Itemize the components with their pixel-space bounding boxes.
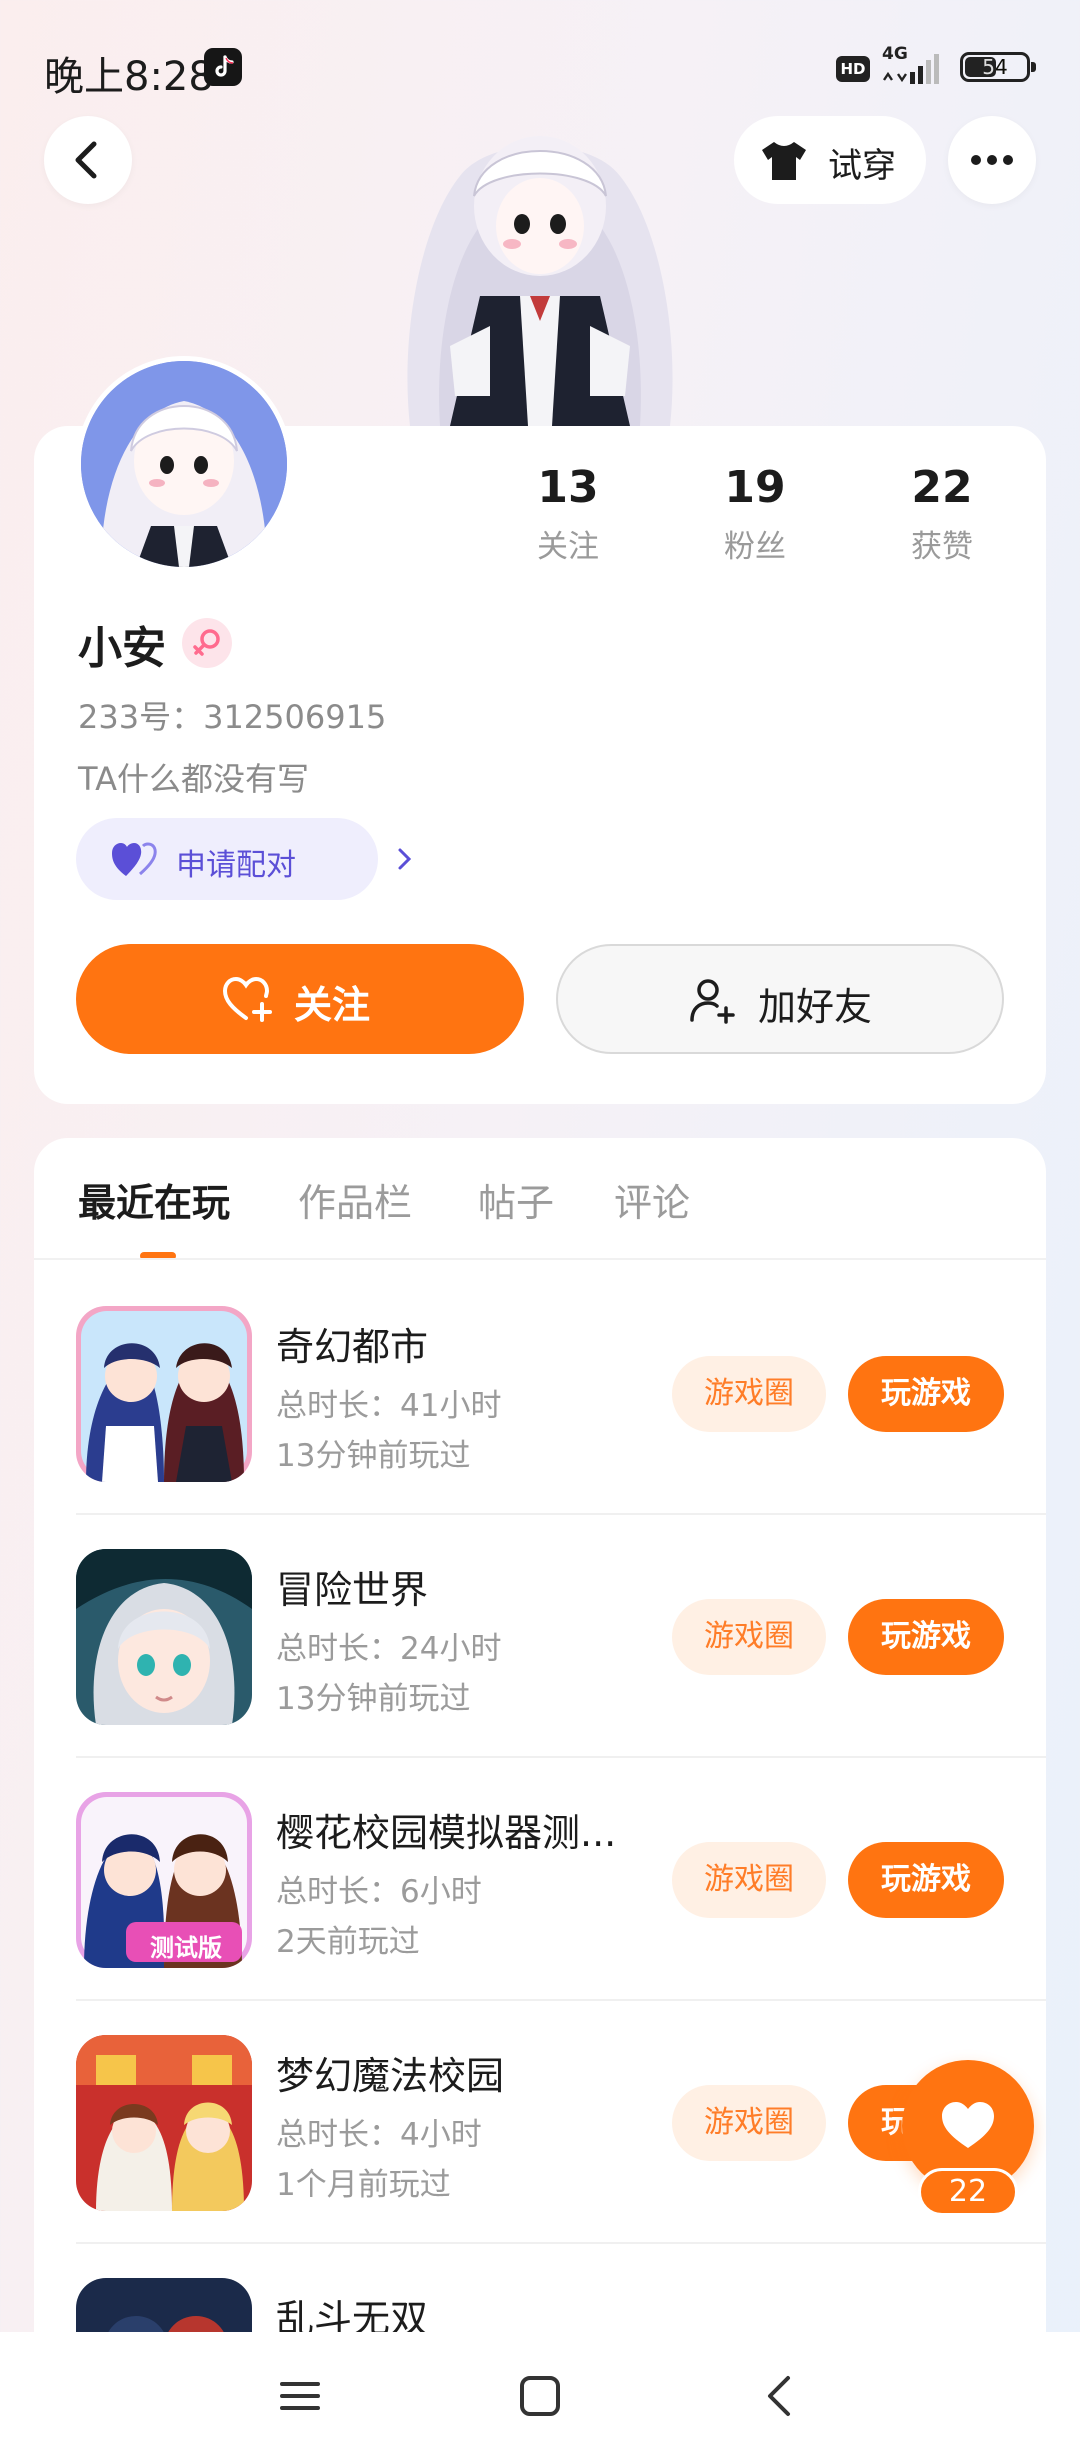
menu-icon[interactable] xyxy=(276,2372,324,2420)
more-dots-icon xyxy=(971,155,1013,165)
game-duration: 总时长：41小时 xyxy=(276,1388,502,1424)
game-circle-button[interactable]: 游戏圈 xyxy=(672,1599,826,1675)
battery-percent: 54 xyxy=(982,55,1008,79)
hd-badge: HD xyxy=(836,56,870,82)
play-game-button[interactable]: 玩游戏 xyxy=(848,1599,1004,1675)
game-last-played: 1个月前玩过 xyxy=(276,2167,451,2203)
heart-plus-icon xyxy=(222,976,272,1022)
female-gender-icon xyxy=(182,618,232,668)
game-name: 冒险世界 xyxy=(276,1568,429,1612)
tshirt-icon xyxy=(762,142,806,180)
game-last-played: 13分钟前玩过 xyxy=(276,1438,471,1474)
chevron-left-icon xyxy=(75,141,97,179)
tabs-divider xyxy=(34,1258,1046,1260)
user-bio: TA什么都没有写 xyxy=(78,760,309,798)
username: 小安 xyxy=(78,623,166,674)
game-row[interactable]: 乱斗无双 xyxy=(0,2278,1080,2338)
play-game-button[interactable]: 玩游戏 xyxy=(848,1356,1004,1432)
game-name: 奇幻都市 xyxy=(276,1325,429,1369)
try-on-label: 试穿 xyxy=(828,146,896,186)
game-circle-button[interactable]: 游戏圈 xyxy=(672,1356,826,1432)
home-icon[interactable] xyxy=(516,2372,564,2420)
stat-fans[interactable]: 19 粉丝 xyxy=(695,462,815,566)
back-nav-icon[interactable] xyxy=(756,2372,804,2420)
apply-pair-button[interactable]: 申请配对 xyxy=(76,818,412,900)
game-circle-button[interactable]: 游戏圈 xyxy=(672,1842,826,1918)
battery-icon: 54 xyxy=(960,52,1036,82)
row-divider xyxy=(76,1999,1046,2001)
stat-fans-label: 粉丝 xyxy=(724,529,786,565)
tab-posts[interactable]: 帖子 xyxy=(478,1172,554,1227)
test-version-badge: 测试版 xyxy=(150,1934,222,1962)
add-friend-button[interactable]: 加好友 xyxy=(556,944,1004,1054)
apply-pair-label: 申请配对 xyxy=(176,848,296,883)
game-icon[interactable] xyxy=(76,2278,252,2338)
game-icon[interactable] xyxy=(76,1549,252,1725)
signal-icon xyxy=(880,46,952,86)
row-divider xyxy=(76,1756,1046,1758)
game-icon[interactable]: 测试版 xyxy=(76,1792,252,1968)
tab-works[interactable]: 作品栏 xyxy=(298,1172,412,1227)
stat-following-value: 13 xyxy=(537,462,599,513)
follow-button[interactable]: 关注 xyxy=(76,944,524,1054)
game-last-played: 2天前玩过 xyxy=(276,1924,420,1960)
try-on-button[interactable]: 试穿 xyxy=(734,116,926,204)
avatar-figure-image xyxy=(380,96,700,426)
game-duration: 总时长：4小时 xyxy=(276,2117,482,2153)
tab-recently-played[interactable]: 最近在玩 xyxy=(78,1172,230,1227)
status-time: 晚上8:28 xyxy=(44,54,214,100)
stat-likes-value: 22 xyxy=(911,462,973,513)
system-nav-bar xyxy=(0,2332,1080,2460)
follow-label: 关注 xyxy=(294,983,371,1027)
add-user-icon xyxy=(690,979,735,1024)
row-divider xyxy=(76,2242,1046,2244)
chevron-right-icon xyxy=(398,848,412,870)
game-row[interactable]: 冒险世界 总时长：24小时 13分钟前玩过 游戏圈 玩游戏 xyxy=(0,1549,1080,1792)
tiktok-icon xyxy=(204,48,242,86)
game-name: 樱花校园模拟器测... xyxy=(276,1811,617,1855)
stat-likes-label: 获赞 xyxy=(911,529,973,565)
game-icon[interactable] xyxy=(76,2035,252,2211)
stat-fans-value: 19 xyxy=(724,462,786,513)
game-duration: 总时长：24小时 xyxy=(276,1631,502,1667)
user-id: 233号：312506915 xyxy=(78,698,387,736)
game-circle-button[interactable]: 游戏圈 xyxy=(672,2085,826,2161)
game-icon[interactable] xyxy=(76,1306,252,1482)
game-name: 乱斗无双 xyxy=(276,2297,429,2338)
game-duration: 总时长：6小时 xyxy=(276,1874,482,1910)
like-count: 22 xyxy=(918,2168,1018,2216)
game-row[interactable]: 奇幻都市 总时长：41小时 13分钟前玩过 游戏圈 玩游戏 xyxy=(0,1306,1080,1549)
stat-likes[interactable]: 22 获赞 xyxy=(882,462,1002,566)
more-button[interactable] xyxy=(948,116,1036,204)
game-name: 梦幻魔法校园 xyxy=(276,2054,505,2098)
add-friend-label: 加好友 xyxy=(758,985,873,1029)
tab-comments[interactable]: 评论 xyxy=(614,1172,690,1227)
game-last-played: 13分钟前玩过 xyxy=(276,1681,471,1717)
play-game-button[interactable]: 玩游戏 xyxy=(848,1842,1004,1918)
double-heart-icon xyxy=(112,842,157,876)
stat-following-label: 关注 xyxy=(537,529,599,565)
row-divider xyxy=(76,1513,1046,1515)
game-row[interactable]: 测试版 樱花校园模拟器测... 总时长：6小时 2天前玩过 游戏圈 玩游戏 xyxy=(0,1792,1080,2035)
back-button[interactable] xyxy=(44,116,132,204)
stat-following[interactable]: 13 关注 xyxy=(508,462,628,566)
avatar[interactable] xyxy=(76,356,292,572)
heart-icon xyxy=(942,2102,994,2148)
